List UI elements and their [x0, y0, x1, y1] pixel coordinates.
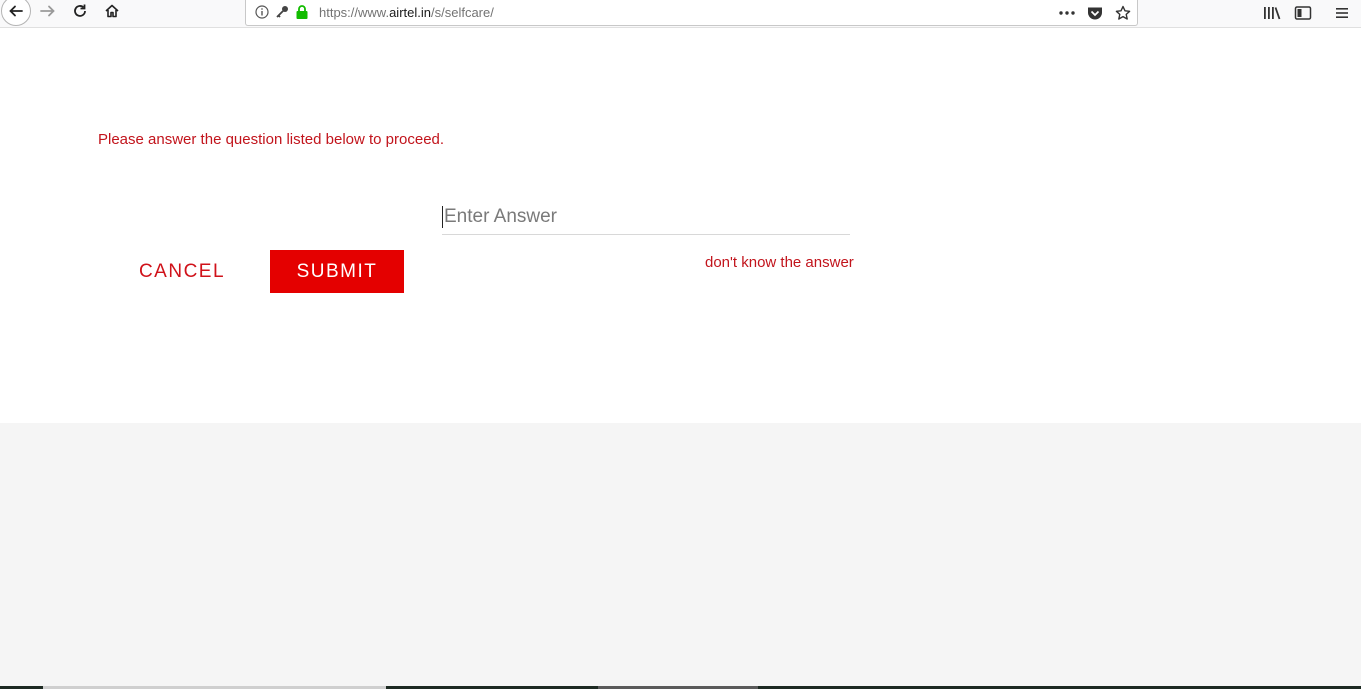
- forward-button[interactable]: [34, 0, 62, 26]
- browser-toolbar: https://www.airtel.in/s/selfcare/: [0, 0, 1361, 28]
- pocket-icon[interactable]: [1086, 4, 1104, 22]
- url-text[interactable]: https://www.airtel.in/s/selfcare/: [319, 5, 494, 20]
- back-arrow-icon: [1, 0, 31, 26]
- forward-arrow-icon: [39, 3, 57, 23]
- hamburger-menu-icon[interactable]: [1332, 4, 1352, 22]
- lock-icon[interactable]: [294, 4, 310, 20]
- security-question-prompt: Please answer the question listed below …: [98, 131, 445, 148]
- url-prefix: https://www.: [319, 5, 390, 20]
- reload-button[interactable]: [66, 0, 94, 26]
- cancel-button[interactable]: CANCEL: [122, 250, 242, 293]
- dont-know-answer-link[interactable]: don't know the answer: [705, 254, 854, 271]
- key-icon[interactable]: [274, 4, 290, 20]
- back-button[interactable]: [0, 0, 32, 26]
- security-question-panel: Please answer the question listed below …: [0, 29, 1361, 423]
- home-icon: [104, 3, 120, 23]
- url-path: /s/selfcare/: [431, 5, 494, 20]
- bookmark-star-icon[interactable]: [1114, 4, 1132, 22]
- submit-button[interactable]: SUBMIT: [270, 250, 404, 293]
- info-icon[interactable]: [254, 4, 270, 20]
- home-button[interactable]: [98, 0, 126, 26]
- text-caret: [442, 206, 443, 228]
- more-actions-icon[interactable]: [1058, 4, 1076, 22]
- reload-icon: [72, 3, 88, 23]
- answer-input[interactable]: [442, 200, 850, 235]
- page-footer-area: [0, 423, 1361, 689]
- url-host: airtel.in: [389, 5, 431, 20]
- library-icon[interactable]: [1262, 4, 1282, 22]
- sidebar-icon[interactable]: [1293, 4, 1313, 22]
- url-bar[interactable]: https://www.airtel.in/s/selfcare/: [245, 0, 1138, 26]
